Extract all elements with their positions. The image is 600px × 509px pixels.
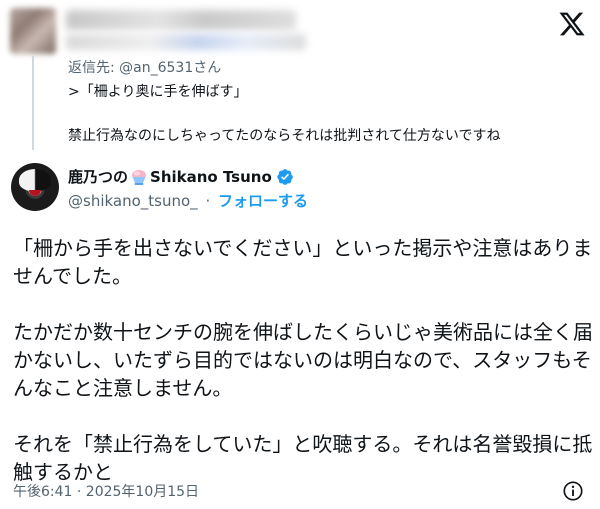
tweet-paragraph-2: たかだか数十センチの腕を伸ばしたくらいじゃ美術品には全く届かないし、いたずら目的… — [13, 320, 593, 400]
tweet-body: 「柵から手を出さないでください」といった掲示や注意はありませんでした。 たかだか… — [13, 234, 593, 486]
x-logo-icon[interactable] — [558, 10, 586, 38]
author-display-name[interactable]: 鹿乃つの Shikano Tsuno — [68, 166, 294, 187]
thread-connector-line — [32, 56, 34, 150]
author-avatar[interactable] — [11, 163, 59, 211]
tweet-timestamp[interactable]: 午後6:41 · 2025年10月15日 — [13, 481, 199, 501]
author-handle[interactable]: @shikano_tsuno_ — [68, 192, 198, 210]
reply-author-handle-blurred — [66, 34, 306, 50]
author-name-suffix: Shikano Tsuno — [150, 167, 272, 186]
reply-author-header-blurred — [0, 0, 600, 60]
handle-separator: · — [205, 192, 211, 210]
info-icon[interactable] — [562, 480, 584, 502]
reply-author-avatar-blurred — [10, 8, 56, 54]
author-name-prefix: 鹿乃つの — [68, 168, 129, 186]
shaved-ice-emoji-icon — [132, 169, 147, 185]
reply-body-text: 禁止行為なのにしちゃってたのならそれは批判されて仕方ないですね — [68, 128, 501, 144]
tweet-paragraph-3: それを「禁止行為をしていた」と吹聴する。それは名誉毀損に抵触するかと — [13, 432, 593, 484]
tweet-paragraph-1: 「柵から手を出さないでください」といった掲示や注意はありませんでした。 — [13, 236, 593, 288]
reply-to-label: 返信先: @an_6531さん — [68, 60, 222, 76]
verified-badge-icon — [277, 168, 293, 185]
author-handle-row: @shikano_tsuno_ · フォローする — [68, 190, 308, 211]
follow-button[interactable]: フォローする — [218, 192, 308, 210]
reply-quote-text: >「柵より奥に手を伸ばす」 — [68, 84, 248, 100]
reply-tweet[interactable]: 返信先: @an_6531さん >「柵より奥に手を伸ばす」 禁止行為なのにしちゃ… — [68, 58, 500, 146]
reply-author-name-blurred — [66, 10, 296, 30]
